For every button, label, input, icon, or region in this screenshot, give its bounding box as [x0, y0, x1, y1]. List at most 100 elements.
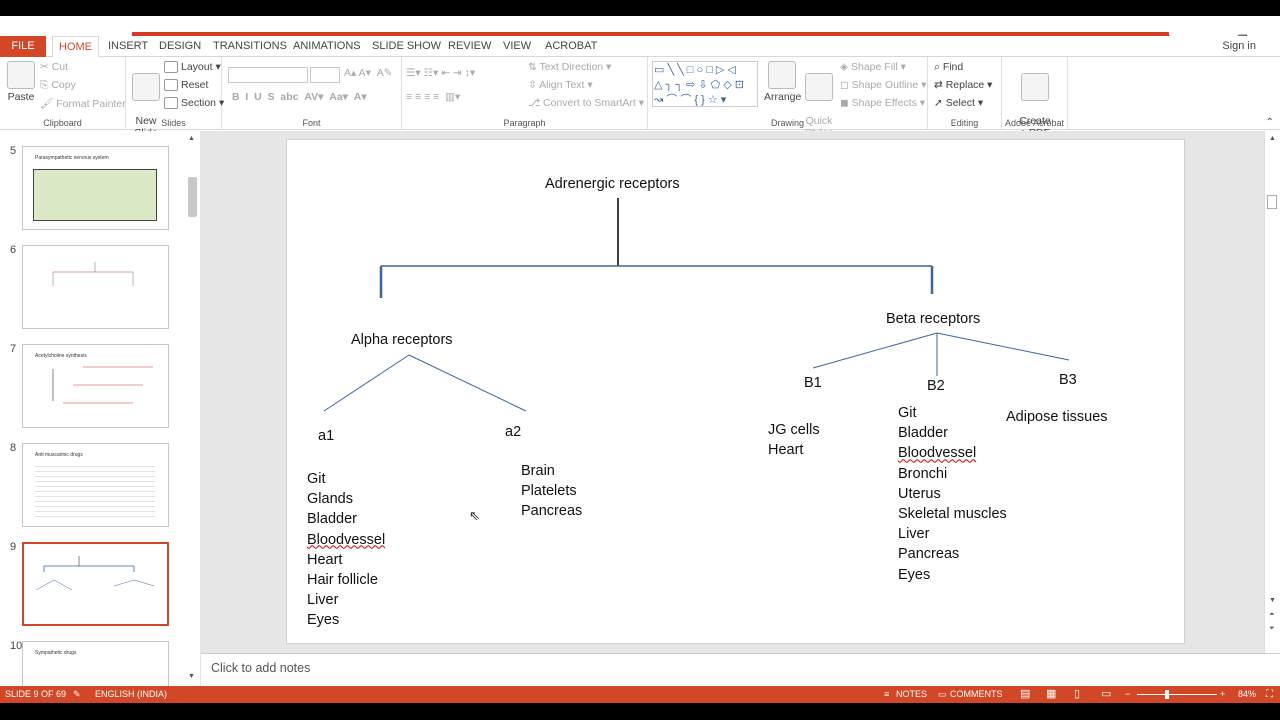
scroll-down-icon[interactable]: ▼: [1269, 597, 1276, 604]
tab-file[interactable]: FILE: [0, 36, 46, 57]
convert-smartart-button[interactable]: ⎇ Convert to SmartArt ▾: [528, 97, 644, 109]
tab-review[interactable]: REVIEW: [442, 36, 497, 57]
text-direction-button[interactable]: ⇅ Text Direction ▾: [528, 61, 611, 73]
slide-sorter-icon[interactable]: ▦: [1046, 686, 1056, 703]
list-item: Eyes: [898, 566, 931, 583]
b2-node: B2: [927, 378, 945, 394]
thumbnail-scrollbar[interactable]: ▲ ▼: [185, 131, 200, 686]
tab-animations[interactable]: ANIMATIONS: [287, 36, 367, 57]
list-item: Git: [898, 405, 917, 421]
ribbon: Paste ✂ Cut ⎘ Copy 🖌 Format Painter Clip…: [0, 57, 1280, 139]
list-item: Skeletal muscles: [898, 506, 1007, 523]
scroll-up-icon[interactable]: ▲: [1269, 135, 1276, 142]
align-buttons[interactable]: ≡ ≡ ≡ ≡ ▥▾: [406, 91, 460, 103]
slide-canvas[interactable]: Adrenergic receptors Alpha receptors Bet…: [286, 139, 1185, 644]
slide-scrollbar[interactable]: ▲ ▼ ⏶ ⏷: [1264, 131, 1280, 653]
paragraph-group: ☰▾ ☷▾ ⇤ ⇥ ↕▾ ≡ ≡ ≡ ≡ ▥▾ ⇅ Text Direction…: [402, 57, 648, 130]
tab-transitions[interactable]: TRANSITIONS: [207, 36, 293, 57]
slide-thumbnail-8[interactable]: Anti muscarinic drugs: [22, 443, 169, 527]
list-item: Bronchi: [898, 465, 948, 482]
slide-thumbnail-5[interactable]: Parasympathetic nervous system: [22, 146, 169, 230]
align-text-button[interactable]: ⇳ Align Text ▾: [528, 79, 593, 91]
notes-button[interactable]: NOTES: [896, 686, 927, 703]
mouse-pointer-icon: ⇖: [469, 508, 480, 523]
zoom-slider[interactable]: [1137, 694, 1217, 695]
tab-design[interactable]: DESIGN: [153, 36, 207, 57]
zoom-out-icon[interactable]: −: [1125, 686, 1130, 703]
reading-view-icon[interactable]: ▯: [1074, 686, 1080, 703]
shape-effects-button[interactable]: ◼ Shape Effects ▾: [840, 97, 925, 109]
sign-in-link[interactable]: Sign in: [1222, 40, 1256, 52]
language-indicator[interactable]: ENGLISH (INDIA): [95, 686, 167, 703]
reset-button[interactable]: Reset: [164, 79, 208, 92]
slides-group: New Slide Layout ▾ Reset Section ▾ Slide…: [126, 57, 224, 139]
thumb-title: Anti muscarinic drugs: [35, 452, 83, 458]
drawing-label: Drawing: [770, 118, 804, 128]
fit-slide-icon[interactable]: ⛶: [1266, 686, 1273, 703]
slide-thumbnail-6[interactable]: [22, 245, 169, 329]
bottom-black-bar: [0, 703, 1280, 720]
slide-thumbnail-10[interactable]: Sympathetic drugs: [22, 641, 169, 686]
notes-placeholder: Click to add notes: [211, 661, 311, 675]
font-group: A▴ A▾ A✎ B I U S abc AV▾ Aa▾ A▾ Font: [222, 57, 402, 130]
section-button[interactable]: Section ▾: [164, 97, 224, 110]
list-buttons[interactable]: ☰▾ ☷▾ ⇤ ⇥ ↕▾: [406, 67, 475, 79]
thumb-image: [33, 169, 157, 221]
list-item: Hair follicle: [307, 572, 378, 589]
list-item: JG cells: [768, 422, 820, 438]
shape-outline-button[interactable]: ◻ Shape Outline ▾: [840, 79, 926, 91]
paste-button[interactable]: Paste: [6, 61, 36, 103]
tab-home[interactable]: HOME: [52, 36, 99, 58]
paste-icon: [7, 61, 35, 89]
list-item: Pancreas: [521, 503, 583, 520]
replace-button[interactable]: ⇄ Replace ▾: [934, 79, 992, 91]
shapes-gallery[interactable]: ▭ ╲ ╲ □ ○ □ ▷ ◁ △ ╮ ┐ ⇨ ⇩ ⬠ ◇ ⊡ ↝ ⌒ ⌒ { } …: [652, 61, 758, 107]
list-item: Liver: [307, 592, 339, 609]
slide-thumbnail-7[interactable]: Acetylcholine synthesis: [22, 344, 169, 428]
tab-acrobat[interactable]: ACROBAT: [539, 36, 603, 57]
list-item: Pancreas: [898, 546, 960, 563]
b3-list: Adipose tissues: [1006, 407, 1108, 427]
shape-fill-button[interactable]: ◈ Shape Fill ▾: [840, 61, 906, 73]
arrange-button[interactable]: Arrange: [764, 61, 801, 103]
slide-show-icon[interactable]: ▭: [1101, 686, 1111, 703]
notes-pane[interactable]: Click to add notes: [201, 653, 1280, 686]
a1-list: Git Glands Bladder Bloodvessel Heart Hai…: [307, 469, 385, 631]
slide-thumbnail-9[interactable]: [22, 542, 169, 626]
zoom-slider-thumb[interactable]: [1165, 690, 1169, 699]
title-bar: P ▣ ↶ ↻ ▭ online classes - PowerPoint (P…: [0, 16, 1280, 52]
layout-button[interactable]: Layout ▾: [164, 61, 221, 74]
next-slide-icon[interactable]: ⏷: [1269, 625, 1275, 633]
thumb-number: 5: [10, 145, 17, 157]
select-button[interactable]: ➚ Select ▾: [934, 97, 983, 109]
tab-view[interactable]: VIEW: [497, 36, 537, 57]
new-slide-icon: [132, 73, 160, 101]
font-size-box[interactable]: [310, 67, 340, 83]
collapse-ribbon-icon[interactable]: ⌃: [1266, 117, 1274, 128]
normal-view-icon[interactable]: ▤: [1020, 686, 1030, 703]
tab-insert[interactable]: INSERT: [102, 36, 154, 57]
acrobat-group: Create a PDF Adobe Acrobat: [1002, 57, 1068, 139]
thumb-diagram: [52, 262, 134, 286]
copy-button[interactable]: ⎘ Copy: [40, 79, 76, 92]
comments-button[interactable]: COMMENTS: [950, 686, 1003, 703]
thumb-diagram: [35, 556, 155, 591]
ribbon-tabs: FILE HOME INSERT DESIGN TRANSITIONS ANIM…: [0, 36, 1280, 58]
zoom-in-icon[interactable]: +: [1220, 686, 1225, 703]
previous-slide-icon[interactable]: ⏶: [1269, 611, 1275, 619]
thumbnail-scroll-thumb[interactable]: [188, 177, 197, 217]
tab-slide-show[interactable]: SLIDE SHOW: [366, 36, 447, 57]
list-item: Bladder: [307, 511, 357, 528]
font-name-box[interactable]: [228, 67, 308, 83]
scroll-up-icon[interactable]: ▲: [188, 135, 195, 142]
cut-button[interactable]: ✂ Cut: [40, 61, 68, 73]
spell-check-icon[interactable]: ✎: [73, 686, 81, 703]
font-style-buttons[interactable]: B I U S abc AV▾ Aa▾ A▾: [232, 91, 367, 103]
zoom-level[interactable]: 84%: [1238, 686, 1256, 703]
thumb-title: Parasympathetic nervous system: [35, 155, 109, 161]
font-size-buttons[interactable]: A▴ A▾ A✎: [344, 67, 393, 79]
format-painter-button[interactable]: 🖌 Format Painter: [40, 97, 126, 110]
slide-scroll-thumb[interactable]: [1267, 195, 1277, 209]
find-button[interactable]: ⌕ Find: [934, 61, 963, 74]
scroll-down-icon[interactable]: ▼: [188, 673, 195, 680]
